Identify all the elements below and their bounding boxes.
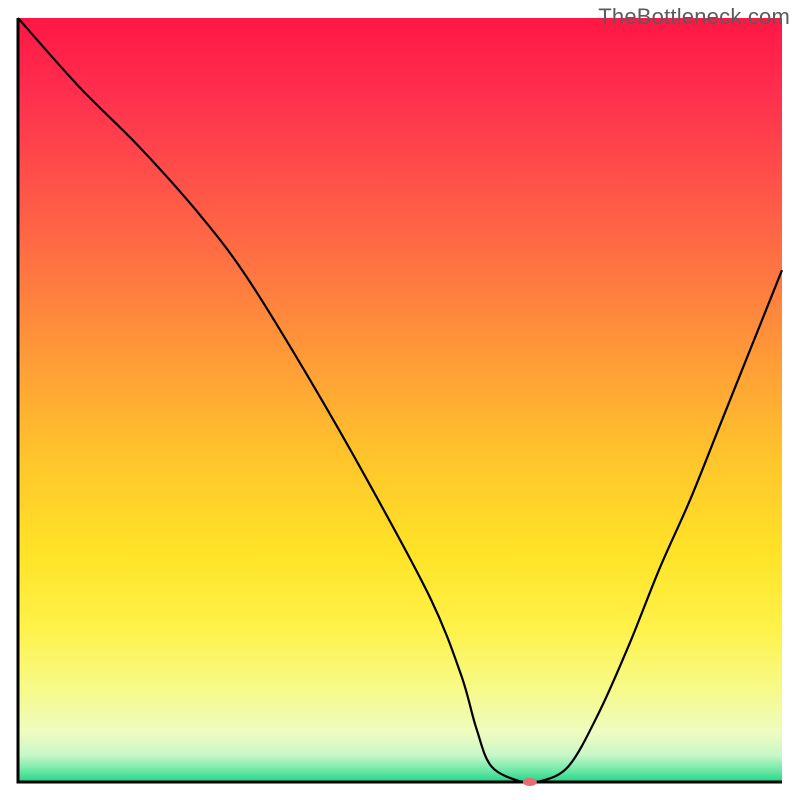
bottleneck-chart — [0, 0, 800, 800]
optimum-marker — [523, 778, 537, 786]
plot-area — [18, 18, 782, 782]
chart-container: TheBottleneck.com — [0, 0, 800, 800]
watermark-text: TheBottleneck.com — [598, 4, 790, 30]
